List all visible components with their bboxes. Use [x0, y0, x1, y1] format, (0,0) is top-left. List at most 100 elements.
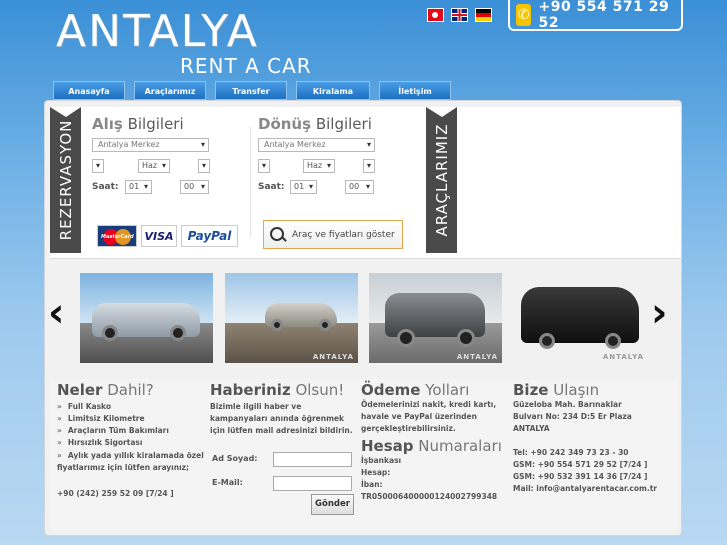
contact-title: Bize Ulaşın [513, 381, 678, 399]
newsletter-title-rest: Olsun! [290, 381, 345, 399]
gallery-watermark: ANTALYA [456, 353, 498, 361]
newsletter-title: Haberiniz Olsun! [210, 381, 355, 399]
contact-column: Bize Ulaşın Güzeloba Mah. Barınaklar Bul… [513, 381, 678, 495]
pickup-time-label: Saat: [92, 182, 119, 192]
nav-rental-terms[interactable]: Kiralama Şartları [296, 81, 370, 115]
contact-title-bold: Bize [513, 381, 549, 399]
contact-gsm-1: GSM: +90 554 571 29 52 [7/24 ] [513, 460, 648, 469]
main-panel: REZERVASYON Alış Bilgileri Antalya Merke… [44, 100, 682, 536]
pickup-hour-select[interactable]: 01 [125, 180, 152, 194]
nav-transfer[interactable]: Transfer [215, 81, 287, 100]
newsletter-column: Haberiniz Olsun! Bizimle ilgili haber ve… [210, 381, 355, 437]
pickup-minute-select[interactable]: 00 [180, 180, 209, 194]
newsletter-submit-button[interactable]: Gönder [311, 494, 354, 515]
phone-icon: ✆ [516, 3, 532, 26]
dropoff-location-select[interactable]: Antalya Merkez [258, 138, 375, 152]
name-input[interactable] [273, 452, 352, 467]
account-label: Hesap: [361, 468, 391, 477]
dropoff-day-select[interactable] [258, 159, 270, 173]
gallery-prev-arrow-icon[interactable]: ‹ [48, 293, 64, 333]
contact-city: ANTALYA [513, 424, 550, 433]
iban-number: TR050006400000124002799348 [361, 492, 498, 501]
reservation-divider [250, 127, 251, 237]
reservation-box: REZERVASYON Alış Bilgileri Antalya Merke… [50, 107, 681, 259]
contact-title-rest: Ulaşın [548, 381, 600, 399]
turkish-flag-icon[interactable] [427, 8, 444, 22]
visa-icon: VISA [141, 225, 177, 247]
car-image-3[interactable]: ANTALYA [369, 273, 502, 363]
payment-title-rest: Yolları [420, 381, 470, 399]
payment-title: Ödeme Yolları [361, 381, 506, 399]
reservation-ribbon-label: REZERVASYON [56, 119, 75, 241]
dropoff-title-bold: Dönüş [258, 115, 312, 133]
pickup-year-select[interactable] [198, 159, 210, 173]
included-item: Limitsiz Kilometre [57, 414, 207, 423]
language-flags [427, 8, 492, 22]
contact-gsm-2: GSM: +90 532 391 14 36 [7/24 ] [513, 472, 648, 481]
gallery-watermark: ANTALYA [312, 353, 354, 361]
newsletter-title-bold: Haberiniz [210, 381, 291, 399]
mastercard-label: MasterCard [101, 234, 134, 240]
header-phone-box: ✆ +90 554 571 29 52 [508, 0, 683, 31]
pickup-location-select[interactable]: Antalya Merkez [92, 138, 209, 152]
logo-title[interactable]: ANTALYA [56, 6, 259, 57]
reservation-ribbon: REZERVASYON [50, 107, 81, 253]
dropoff-title: Dönüş Bilgileri [258, 115, 372, 133]
bank-name: İşbankası [361, 456, 402, 465]
dropoff-minute-select[interactable]: 00 [345, 180, 374, 194]
nav-home[interactable]: Anasayfa [53, 81, 125, 100]
iban-label: İban: [361, 480, 383, 489]
german-flag-icon[interactable] [475, 8, 492, 22]
newsletter-text: Bizimle ilgili haber ve kampanyaları anı… [210, 402, 353, 435]
gallery-next-arrow-icon[interactable]: › [651, 293, 667, 333]
main-nav: Anasayfa Araçlarımız Transfer Kiralama Ş… [53, 81, 451, 115]
account-title: Hesap Numaraları [361, 437, 506, 455]
included-column: Neler Dahil? Full Kasko Limitsiz Kilomet… [57, 381, 207, 500]
nav-cars[interactable]: Araçlarımız [134, 81, 206, 100]
car-gallery: ‹ ANTALYA ANTALYA ANTALYA › [45, 271, 683, 371]
contact-mail[interactable]: Mail: info@antalyarentacar.com.tr [513, 483, 678, 495]
payment-title-bold: Ödeme [361, 381, 421, 399]
car-image-2[interactable]: ANTALYA [225, 273, 358, 363]
paypal-icon: PayPal [181, 225, 238, 247]
car-image-1[interactable] [80, 273, 213, 363]
nav-contact[interactable]: İletişim [379, 81, 451, 100]
pickup-title-rest: Bilgileri [122, 115, 184, 133]
contact-address-line2: Bulvarı No: 234 D:5 Er Plaza [513, 412, 632, 421]
uk-flag-icon[interactable] [451, 8, 468, 22]
included-title-bold: Neler [57, 381, 103, 399]
payment-column: Ödeme Yolları Ödemelerinizi nakit, kredi… [361, 381, 506, 503]
email-label: E-Mail: [212, 478, 243, 487]
name-label: Ad Soyad: [212, 454, 258, 463]
payment-text: Ödemelerinizi nakit, kredi kartı, havale… [361, 400, 497, 433]
logo-subtitle: RENT A CAR [180, 54, 312, 78]
pickup-day-select[interactable] [92, 159, 104, 173]
header-phone-number: +90 554 571 29 52 [538, 0, 670, 31]
search-cars-button[interactable]: Araç ve fiyatları göster [263, 220, 403, 249]
dropoff-time-label: Saat: [258, 182, 285, 192]
included-title: Neler Dahil? [57, 381, 207, 399]
cars-ribbon-label: ARAÇLARIMIZ [432, 123, 451, 237]
included-title-rest: Dahil? [102, 381, 154, 399]
search-icon [270, 226, 286, 243]
dropoff-hour-select[interactable]: 01 [290, 180, 317, 194]
search-cars-label: Araç ve fiyatları göster [292, 229, 395, 240]
pickup-title-bold: Alış [92, 115, 123, 133]
pickup-title: Alış Bilgileri [92, 115, 184, 133]
account-title-bold: Hesap [361, 437, 414, 455]
dropoff-year-select[interactable] [363, 159, 375, 173]
included-extra-text: Aylık yada yıllık kiralamada özel fiyatl… [57, 450, 207, 474]
included-item: Araçların Tüm Bakımları [57, 426, 207, 435]
account-title-rest: Numaraları [413, 437, 502, 455]
included-phone: +90 (242) 259 52 09 [7/24 ] [57, 489, 174, 498]
mastercard-icon: MasterCard [97, 225, 137, 247]
contact-address-line1: Güzeloba Mah. Barınaklar [513, 400, 622, 409]
pickup-month-select[interactable]: Haz [138, 159, 170, 173]
cars-ribbon[interactable]: ARAÇLARIMIZ [426, 107, 457, 253]
dropoff-month-select[interactable]: Haz [303, 159, 335, 173]
gallery-watermark: ANTALYA [602, 353, 644, 361]
included-item: Full Kasko [57, 402, 207, 411]
car-image-4[interactable]: ANTALYA [515, 273, 648, 363]
included-item: Hırsızlık Sigortası [57, 438, 207, 447]
email-input[interactable] [273, 476, 352, 491]
